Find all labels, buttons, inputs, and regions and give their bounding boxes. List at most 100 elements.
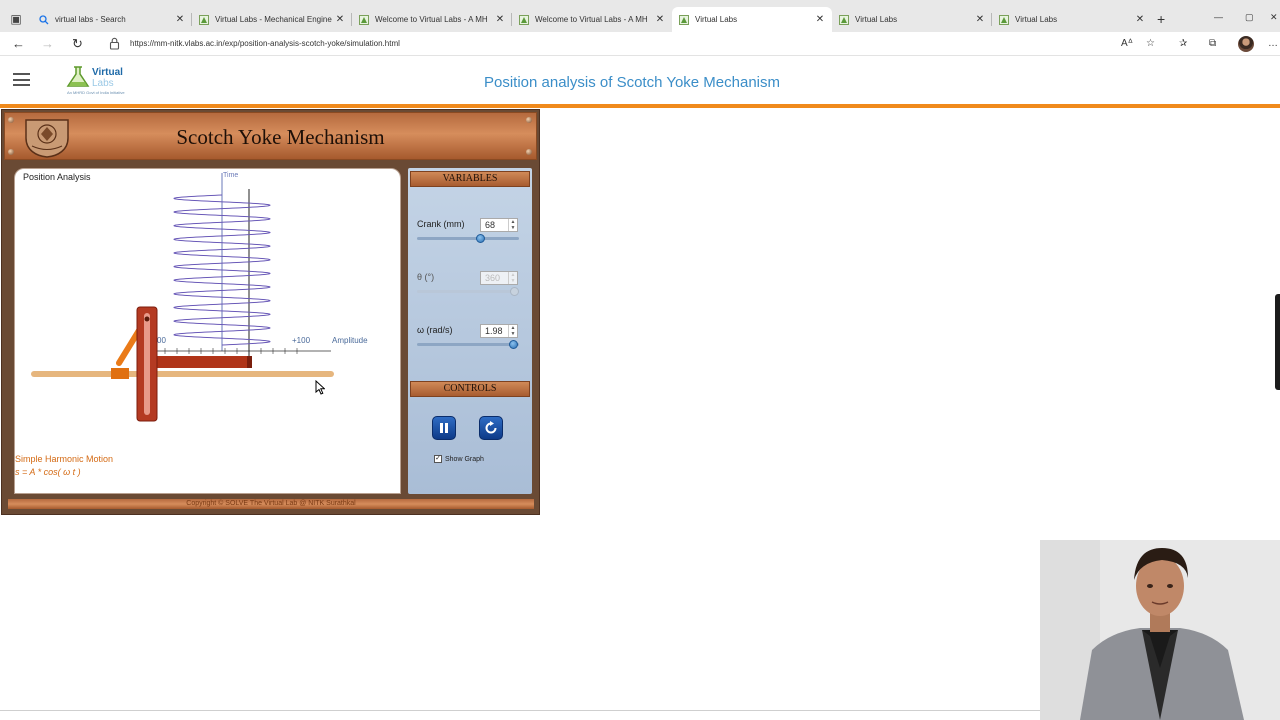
yoke-slot [144, 313, 150, 415]
virtual-labs-logo[interactable]: Virtual Labs An MHRD Govt of India Initi… [63, 63, 125, 97]
animation-canvas[interactable]: Position Analysis Time Amplitude +100 00… [14, 168, 401, 494]
vlab-icon [358, 14, 369, 25]
rivet [8, 149, 14, 155]
tab-1-close-icon[interactable]: ✕ [174, 14, 186, 25]
search-icon [38, 14, 49, 25]
page-bottom-divider [0, 710, 1040, 711]
tab-4-title: Welcome to Virtual Labs - A MH [535, 15, 648, 24]
tab-3-title: Welcome to Virtual Labs - A MH [375, 15, 488, 24]
tab-7-close-icon[interactable]: ✕ [1134, 14, 1146, 25]
omega-slider[interactable] [417, 340, 519, 349]
address-bar-row: ← → ↻ https://mm-nitk.vlabs.ac.in/exp/po… [0, 32, 1280, 56]
tick-label-minus100: 00 [157, 336, 166, 345]
crank-input[interactable]: 68 ▲ ▼ [480, 218, 518, 232]
tab-4[interactable]: Welcome to Virtual Labs - A MH ✕ [512, 7, 672, 32]
omega-input[interactable]: 1.98 ▲ ▼ [480, 324, 518, 338]
tab-7-title: Virtual Labs [1015, 15, 1058, 24]
tab-5-title: Virtual Labs [695, 15, 738, 24]
vlab-icon [838, 14, 849, 25]
show-graph-label: Show Graph [445, 455, 484, 463]
omega-label: ω (rad/s) [417, 325, 453, 335]
simulation-title-bar: Scotch Yoke Mechanism [4, 112, 537, 160]
vlab-icon [518, 14, 529, 25]
presenter-video-frame [1040, 540, 1280, 720]
yoke-bar-end [247, 356, 252, 368]
side-widget-edge[interactable] [1275, 294, 1280, 390]
pause-button[interactable] [432, 416, 456, 440]
mechanism-drawing [31, 173, 334, 422]
show-graph-toggle[interactable]: ✓ Show Graph [434, 455, 484, 463]
tab-2-title: Virtual Labs - Mechanical Engine [215, 15, 332, 24]
variables-header: VARIABLES [410, 171, 530, 187]
favorites-icon[interactable]: ✰ [1179, 37, 1187, 51]
theta-slider[interactable] [417, 287, 519, 296]
url-field[interactable]: https://mm-nitk.vlabs.ac.in/exp/position… [130, 39, 400, 48]
spinner-arrows-icon[interactable]: ▲ ▼ [508, 272, 517, 284]
minimize-icon[interactable]: — [1214, 12, 1223, 22]
spinner-arrows-icon[interactable]: ▲ ▼ [508, 325, 517, 337]
crank-slider-thumb[interactable] [475, 234, 485, 243]
crank-value: 68 [485, 220, 496, 230]
reset-button[interactable] [479, 416, 503, 440]
crank-pin [144, 316, 150, 322]
tab-7[interactable]: Virtual Labs ✕ [992, 7, 1152, 32]
tab-2-close-icon[interactable]: ✕ [334, 14, 346, 25]
crank-label: Crank (mm) [417, 219, 465, 229]
tab-6[interactable]: Virtual Labs ✕ [832, 7, 992, 32]
tab-1-title: virtual labs - Search [55, 15, 126, 24]
read-aloud-icon[interactable]: Aᐞ [1121, 37, 1133, 51]
vlab-icon [198, 14, 209, 25]
logo-text-line2: Labs [92, 78, 114, 89]
page-title: Position analysis of Scotch Yoke Mechani… [484, 74, 780, 91]
rivet [8, 117, 14, 123]
mouse-cursor-icon [315, 380, 325, 395]
collections-icon[interactable]: ⧉ [1209, 37, 1216, 51]
omega-slider-thumb[interactable] [509, 340, 519, 349]
logo-text-line1: Virtual [92, 67, 123, 78]
header-accent-bar [0, 104, 1280, 108]
favorite-add-icon[interactable]: ☆ [1146, 37, 1155, 51]
spinner-arrows-icon[interactable]: ▲ ▼ [508, 219, 517, 231]
time-axis-label: Time [223, 172, 239, 179]
lock-icon[interactable] [109, 37, 120, 50]
pause-icon [440, 423, 448, 433]
yoke-bar [157, 356, 251, 368]
theta-label: θ (°) [417, 272, 435, 282]
tab-6-title: Virtual Labs [855, 15, 898, 24]
forward-icon[interactable]: → [41, 37, 54, 51]
shm-title: Simple Harmonic Motion [15, 454, 114, 464]
slider-rod [31, 371, 334, 377]
back-icon[interactable]: ← [12, 37, 25, 51]
theta-slider-thumb[interactable] [510, 287, 519, 296]
tab-5-active[interactable]: Virtual Labs ✕ [672, 7, 832, 32]
shm-formula: s = A * cos( ω t ) [15, 467, 81, 477]
tab-3[interactable]: Welcome to Virtual Labs - A MH ✕ [352, 7, 512, 32]
reset-icon [485, 421, 497, 434]
profile-avatar[interactable] [1238, 36, 1254, 52]
tab-4-close-icon[interactable]: ✕ [654, 14, 666, 25]
tab-actions-icon[interactable]: ▣ [8, 11, 24, 27]
more-menu-icon[interactable]: … [1268, 37, 1278, 51]
control-side-panel: VARIABLES Crank (mm) 68 ▲ ▼ θ (°) 360 ▲ ▼ … [408, 168, 532, 494]
vlab-icon [998, 14, 1009, 25]
new-tab-icon[interactable]: + [1157, 11, 1165, 27]
logo-tagline: An MHRD Govt of India Initiative [67, 90, 125, 95]
simulation-frame: Scotch Yoke Mechanism Position Analysis … [1, 109, 540, 515]
tab-6-close-icon[interactable]: ✕ [974, 14, 986, 25]
maximize-icon[interactable]: ▢ [1245, 12, 1254, 23]
canvas-label: Position Analysis [23, 172, 91, 182]
theta-input[interactable]: 360 ▲ ▼ [480, 271, 518, 285]
tab-5-close-icon[interactable]: ✕ [814, 14, 826, 25]
tick-label-plus100: +100 [292, 336, 311, 345]
show-graph-checkbox[interactable]: ✓ [434, 455, 442, 463]
crank-pivot-block [111, 368, 129, 379]
crank-slider[interactable] [417, 234, 519, 243]
tab-3-close-icon[interactable]: ✕ [494, 14, 506, 25]
hamburger-menu-icon[interactable] [13, 73, 30, 86]
tab-2[interactable]: Virtual Labs - Mechanical Engine ✕ [192, 7, 352, 32]
tab-1[interactable]: virtual labs - Search ✕ [32, 7, 192, 32]
amplitude-axis-label: Amplitude [332, 336, 368, 345]
rivet [526, 117, 532, 123]
refresh-icon[interactable]: ↻ [72, 37, 83, 51]
close-window-icon[interactable]: ✕ [1270, 12, 1278, 23]
